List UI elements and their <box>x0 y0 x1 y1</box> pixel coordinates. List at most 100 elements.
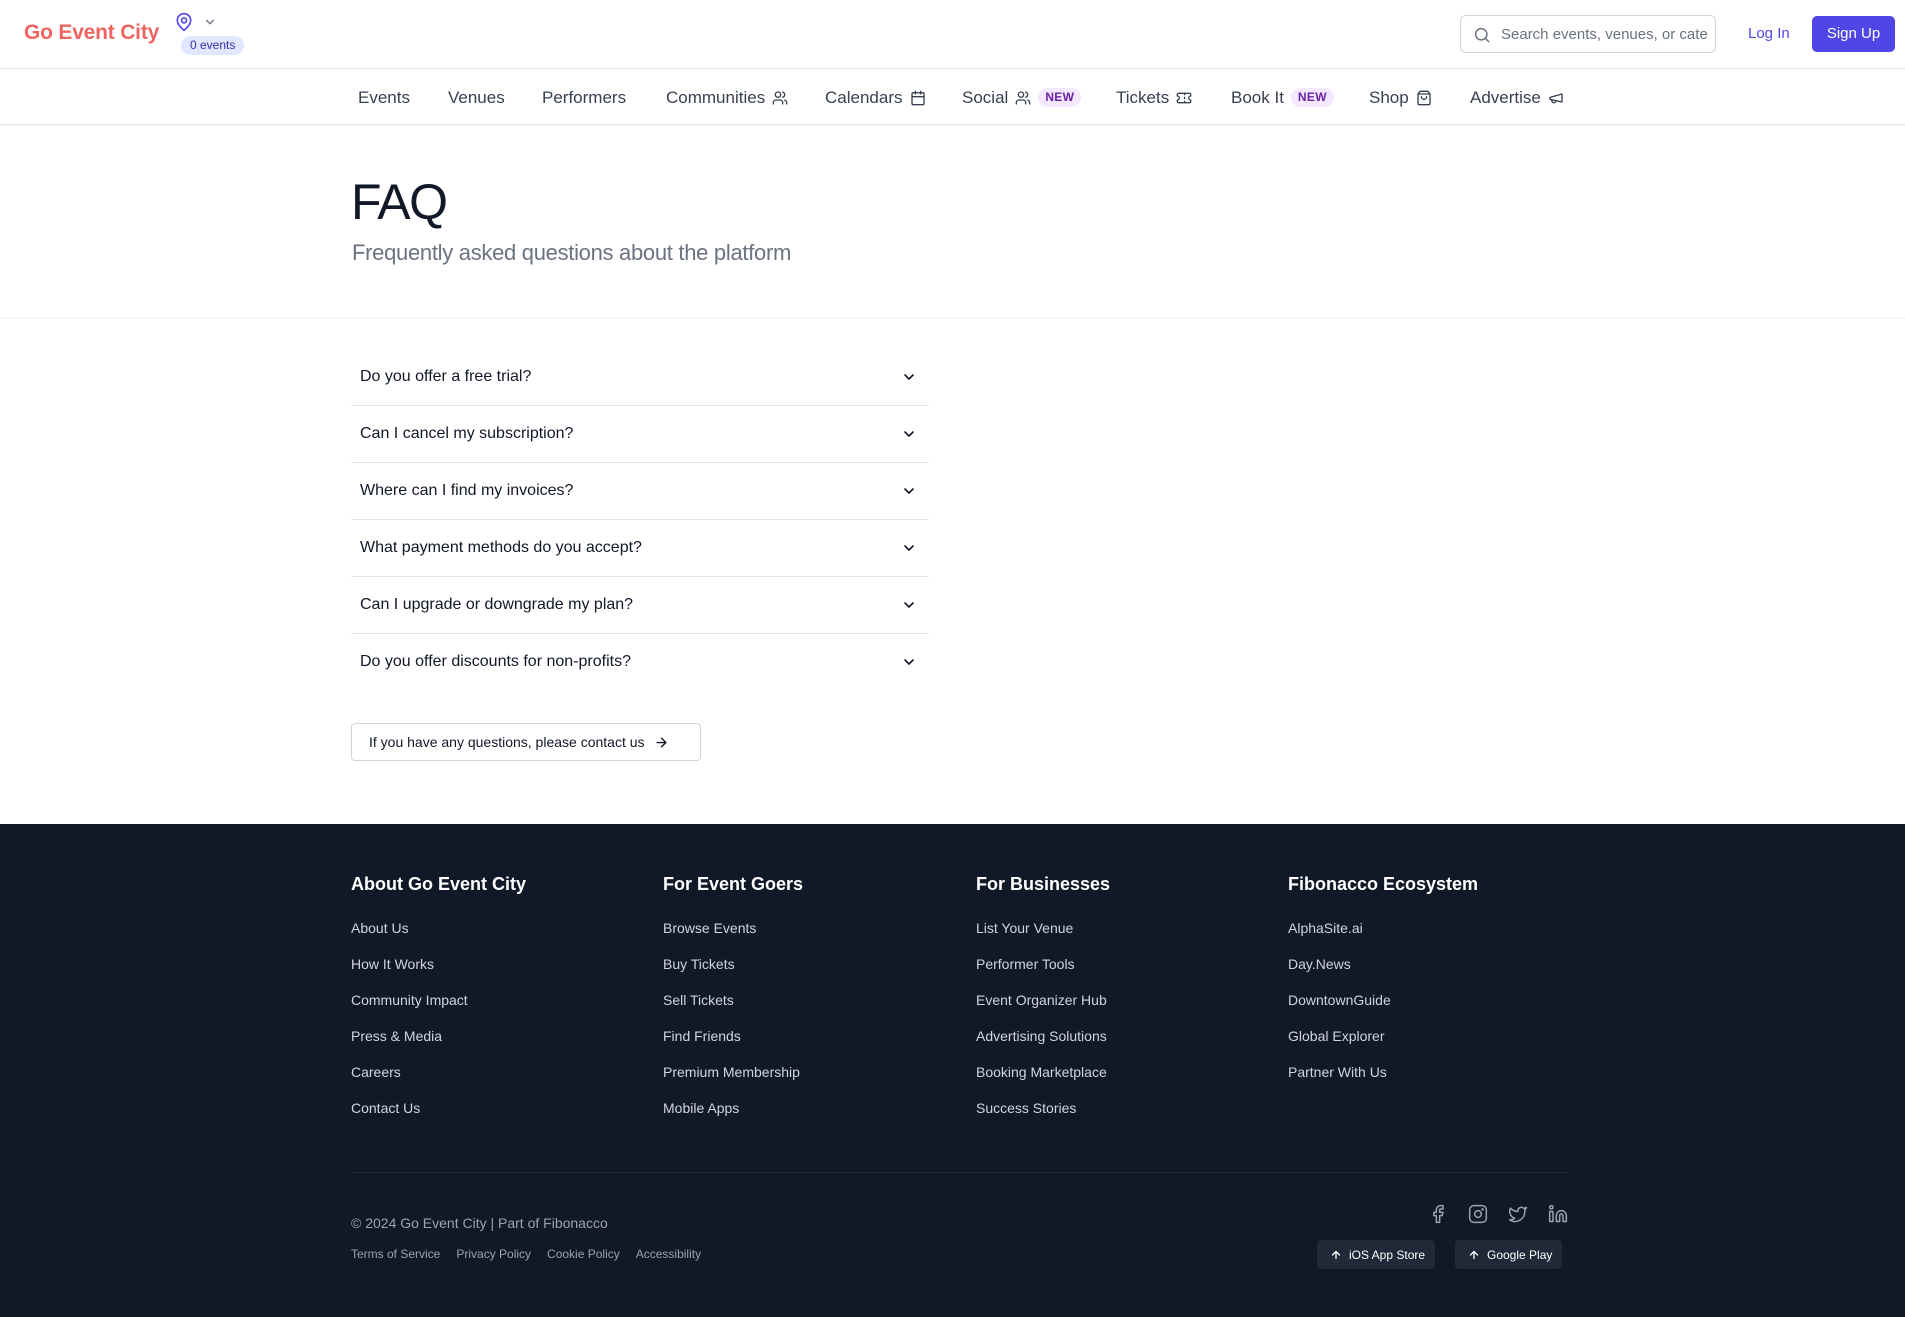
nav-item-communities[interactable]: Communities <box>666 70 788 125</box>
legal-links: Terms of Service Privacy Policy Cookie P… <box>351 1247 701 1261</box>
footer-link[interactable]: About Us <box>351 920 526 956</box>
faq-question: Where can I find my invoices? <box>360 482 574 499</box>
footer-link[interactable]: Mobile Apps <box>663 1100 803 1136</box>
accessibility-link[interactable]: Accessibility <box>636 1247 701 1261</box>
arrow-up-icon <box>1330 1249 1342 1261</box>
store-button-label: iOS App Store <box>1349 1247 1426 1262</box>
cookie-link[interactable]: Cookie Policy <box>547 1247 620 1261</box>
footer-column-ecosystem: Fibonacco Ecosystem AlphaSite.ai Day.New… <box>1288 874 1478 1100</box>
twitter-icon[interactable] <box>1508 1204 1528 1224</box>
footer-link[interactable]: Careers <box>351 1064 526 1100</box>
faq-question: What payment methods do you accept? <box>360 539 642 556</box>
google-play-button[interactable]: Google Play <box>1455 1240 1563 1269</box>
faq-item[interactable]: Can I cancel my subscription? <box>351 406 929 463</box>
footer-link[interactable]: Buy Tickets <box>663 956 803 992</box>
footer-column-businesses: For Businesses List Your Venue Performer… <box>976 874 1110 1136</box>
faq-question: Do you offer discounts for non-profits? <box>360 653 631 670</box>
ticket-icon <box>1176 90 1192 106</box>
nav-item-label: Shop <box>1369 87 1409 107</box>
logo[interactable]: Go Event City <box>24 21 159 45</box>
footer-link[interactable]: Event Organizer Hub <box>976 992 1110 1028</box>
chevron-down-icon <box>901 426 917 442</box>
footer-link[interactable]: Performer Tools <box>976 956 1110 992</box>
faq-accordion: Do you offer a free trial? Can I cancel … <box>351 349 929 691</box>
footer-link[interactable]: Press & Media <box>351 1028 526 1064</box>
instagram-icon[interactable] <box>1468 1204 1488 1224</box>
signup-button[interactable]: Sign Up <box>1812 16 1895 52</box>
faq-item[interactable]: What payment methods do you accept? <box>351 520 929 577</box>
login-button[interactable]: Log In <box>1738 15 1800 53</box>
search-box[interactable] <box>1460 15 1716 53</box>
footer-link[interactable]: Contact Us <box>351 1100 526 1136</box>
footer-link[interactable]: Premium Membership <box>663 1064 803 1100</box>
social-links <box>1428 1204 1568 1224</box>
nav-item-label: Calendars <box>825 87 903 107</box>
footer-link[interactable]: Global Explorer <box>1288 1028 1478 1064</box>
terms-link[interactable]: Terms of Service <box>351 1247 440 1261</box>
faq-item[interactable]: Do you offer a free trial? <box>351 349 929 406</box>
footer-link[interactable]: Success Stories <box>976 1100 1110 1136</box>
footer-link[interactable]: DowntownGuide <box>1288 992 1478 1028</box>
megaphone-icon <box>1548 90 1564 106</box>
page-subtitle: Frequently asked questions about the pla… <box>352 240 791 265</box>
users-icon <box>772 90 788 106</box>
footer-link[interactable]: AlphaSite.ai <box>1288 920 1478 956</box>
footer-link[interactable]: Browse Events <box>663 920 803 956</box>
nav-item-label: Communities <box>666 87 766 107</box>
faq-question: Do you offer a free trial? <box>360 368 532 385</box>
new-badge: NEW <box>1290 88 1334 107</box>
footer-link[interactable]: Find Friends <box>663 1028 803 1064</box>
page-title: FAQ <box>351 174 448 230</box>
nav-item-label: Tickets <box>1116 87 1170 107</box>
footer-heading: For Event Goers <box>663 874 804 894</box>
chevron-down-icon <box>901 540 917 556</box>
footer-link[interactable]: How It Works <box>351 956 526 992</box>
footer-heading: Fibonacco Ecosystem <box>1288 874 1479 894</box>
footer-heading: For Businesses <box>976 874 1111 894</box>
faq-item[interactable]: Where can I find my invoices? <box>351 463 929 520</box>
new-badge: NEW <box>1038 88 1082 107</box>
footer-heading: About Go Event City <box>351 874 526 894</box>
nav-item-social[interactable]: Social NEW <box>962 70 1082 125</box>
nav-item-tickets[interactable]: Tickets <box>1116 70 1192 125</box>
arrow-up-icon <box>1468 1249 1480 1261</box>
contact-us-button[interactable]: If you have any questions, please contac… <box>351 723 701 761</box>
events-count-badge: 0 events <box>181 36 245 55</box>
contact-us-label: If you have any questions, please contac… <box>369 734 645 750</box>
nav-item-label: Social <box>962 87 1009 107</box>
page-hero: FAQ Frequently asked questions about the… <box>0 126 1905 318</box>
nav-item-shop[interactable]: Shop <box>1369 70 1432 125</box>
search-input[interactable] <box>1501 24 1707 44</box>
nav-item-events[interactable]: Events <box>358 70 410 125</box>
users-icon <box>1015 90 1031 106</box>
footer-link[interactable]: Sell Tickets <box>663 992 803 1028</box>
nav-item-venues[interactable]: Venues <box>448 70 505 125</box>
nav-item-performers[interactable]: Performers <box>542 70 626 125</box>
footer-link[interactable]: List Your Venue <box>976 920 1110 956</box>
copyright: © 2024 Go Event City | Part of Fibonacco <box>351 1215 608 1231</box>
site-footer: About Go Event City About Us How It Work… <box>0 824 1905 1317</box>
footer-link[interactable]: Day.News <box>1288 956 1478 992</box>
nav-item-book-it[interactable]: Book It NEW <box>1231 70 1334 125</box>
privacy-link[interactable]: Privacy Policy <box>456 1247 531 1261</box>
nav-item-advertise[interactable]: Advertise <box>1470 70 1564 125</box>
location-pin-icon[interactable] <box>174 12 194 32</box>
footer-link[interactable]: Advertising Solutions <box>976 1028 1110 1064</box>
footer-link[interactable]: Community Impact <box>351 992 526 1028</box>
main-nav: Events Venues Performers Communities Cal… <box>0 70 1905 125</box>
calendar-icon <box>910 90 926 106</box>
footer-column-about: About Go Event City About Us How It Work… <box>351 874 526 1136</box>
footer-link[interactable]: Partner With Us <box>1288 1064 1478 1100</box>
nav-item-label: Venues <box>448 87 505 107</box>
chevron-down-icon[interactable] <box>203 15 217 29</box>
nav-item-calendars[interactable]: Calendars <box>825 70 926 125</box>
ios-app-store-button[interactable]: iOS App Store <box>1317 1240 1436 1269</box>
nav-item-label: Book It <box>1231 87 1284 107</box>
faq-item[interactable]: Can I upgrade or downgrade my plan? <box>351 577 929 634</box>
footer-link[interactable]: Booking Marketplace <box>976 1064 1110 1100</box>
chevron-down-icon <box>901 654 917 670</box>
linkedin-icon[interactable] <box>1548 1204 1568 1224</box>
facebook-icon[interactable] <box>1428 1204 1448 1224</box>
search-icon <box>1473 26 1491 44</box>
faq-item[interactable]: Do you offer discounts for non-profits? <box>351 634 929 691</box>
